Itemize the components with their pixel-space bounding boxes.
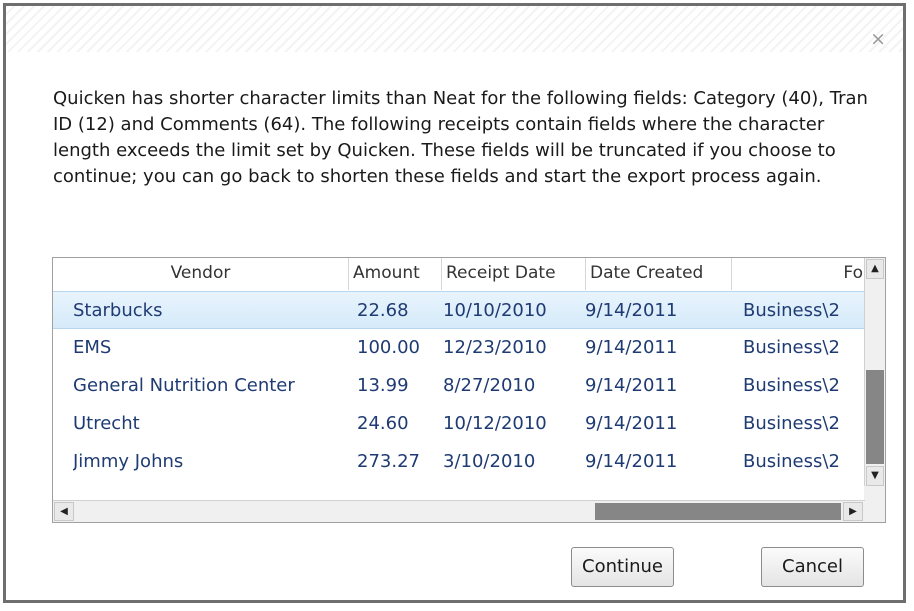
cell-folder: Business\2	[743, 375, 840, 396]
scrollbar-corner	[864, 486, 885, 522]
horizontal-scroll-thumb[interactable]	[595, 503, 841, 520]
cell-amount: 22.68	[357, 300, 409, 321]
cell-receipt-date: 3/10/2010	[443, 451, 536, 472]
cell-amount: 13.99	[357, 375, 409, 396]
cell-vendor: Starbucks	[73, 300, 163, 321]
scroll-down-icon[interactable]: ▼	[866, 466, 884, 486]
column-header-receipt-date[interactable]: Receipt Date	[442, 258, 586, 290]
cell-date-created: 9/14/2011	[585, 300, 678, 321]
table-header: Vendor Amount Receipt Date Date Created …	[53, 258, 865, 290]
table-row[interactable]: EMS 100.00 12/23/2010 9/14/2011 Business\2	[53, 329, 865, 367]
vertical-scroll-thumb[interactable]	[866, 370, 884, 464]
cell-amount: 273.27	[357, 451, 420, 472]
cell-date-created: 9/14/2011	[585, 413, 678, 434]
cell-vendor: Utrecht	[73, 413, 140, 434]
cell-date-created: 9/14/2011	[585, 375, 678, 396]
cancel-button[interactable]: Cancel	[761, 547, 864, 587]
close-icon[interactable]: ×	[870, 30, 886, 49]
export-warning-dialog: × Quicken has shorter character limits t…	[3, 3, 906, 603]
cell-amount: 100.00	[357, 337, 420, 358]
cell-receipt-date: 10/10/2010	[443, 300, 547, 321]
continue-button[interactable]: Continue	[571, 547, 674, 587]
scroll-up-icon[interactable]: ▲	[866, 259, 884, 279]
scroll-left-icon[interactable]: ◀	[54, 502, 74, 521]
horizontal-scrollbar[interactable]: ◀ ▶	[53, 500, 865, 522]
table-row[interactable]: Utrecht 24.60 10/12/2010 9/14/2011 Business\…	[53, 405, 865, 443]
table-row[interactable]: Jimmy Johns 273.27 3/10/2010 9/14/2011 Busin…	[53, 443, 865, 481]
warning-message: Quicken has shorter character limits tha…	[53, 88, 868, 187]
cell-vendor: General Nutrition Center	[73, 375, 295, 396]
cell-receipt-date: 12/23/2010	[443, 337, 547, 358]
column-header-folder[interactable]: Fo	[732, 258, 865, 290]
receipts-table: Vendor Amount Receipt Date Date Created …	[52, 257, 886, 523]
cell-amount: 24.60	[357, 413, 409, 434]
scroll-right-icon[interactable]: ▶	[843, 502, 863, 521]
cell-receipt-date: 10/12/2010	[443, 413, 547, 434]
cell-folder: Business\2	[743, 300, 840, 321]
cell-date-created: 9/14/2011	[585, 451, 678, 472]
table-row[interactable]: General Nutrition Center 13.99 8/27/2010 9/…	[53, 367, 865, 405]
cell-folder: Business\2	[743, 451, 840, 472]
cell-vendor: EMS	[73, 337, 112, 358]
cell-receipt-date: 8/27/2010	[443, 375, 536, 396]
cell-folder: Business\2	[743, 413, 840, 434]
dialog-title-bar	[6, 6, 903, 52]
table-row[interactable]: Starbucks 22.68 10/10/2010 9/14/2011 Busines…	[53, 291, 865, 329]
cell-date-created: 9/14/2011	[585, 337, 678, 358]
column-header-amount[interactable]: Amount	[349, 258, 442, 290]
cell-folder: Business\2	[743, 337, 840, 358]
vertical-scrollbar[interactable]: ▲ ▼	[864, 258, 885, 488]
column-header-date-created[interactable]: Date Created	[586, 258, 732, 290]
column-header-vendor[interactable]: Vendor	[53, 258, 349, 290]
cell-vendor: Jimmy Johns	[73, 451, 184, 472]
